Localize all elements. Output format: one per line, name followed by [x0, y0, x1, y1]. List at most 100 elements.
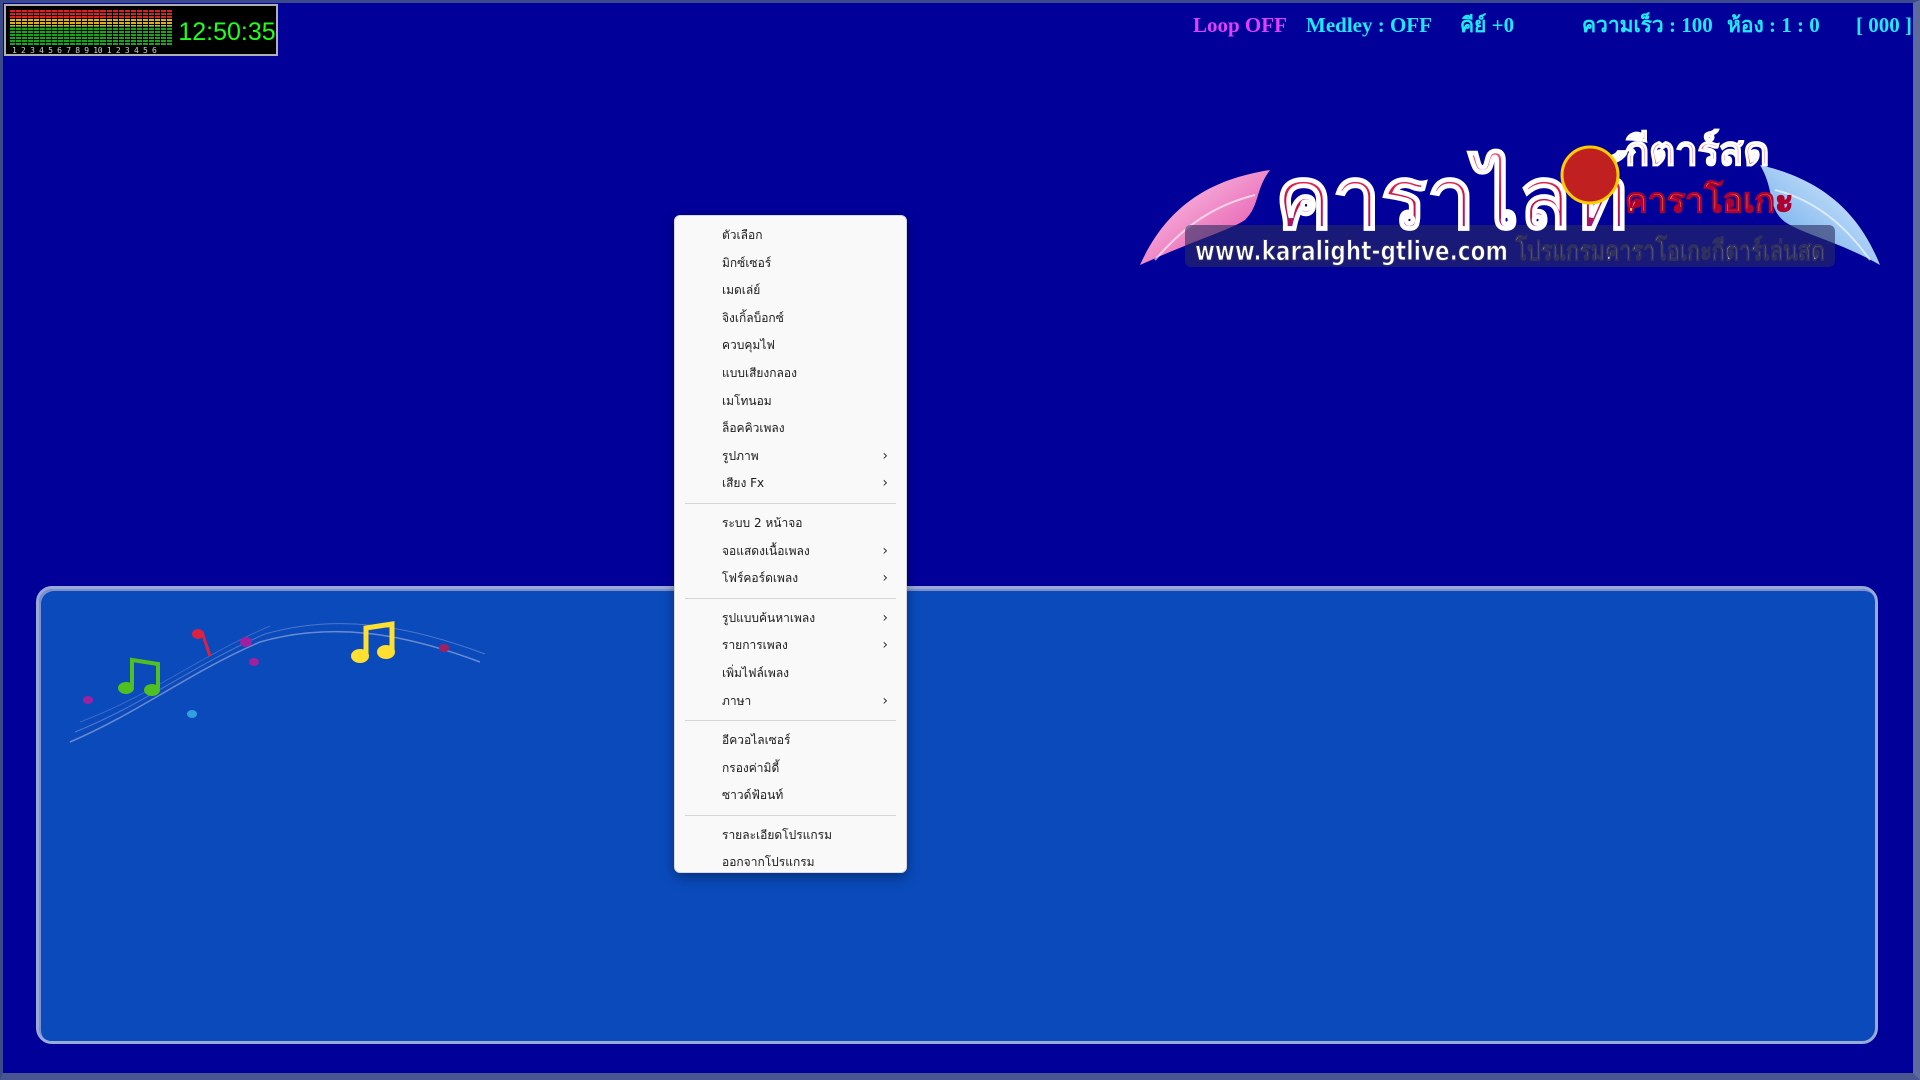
menu-separator	[685, 720, 896, 722]
purple-note-icon	[240, 637, 259, 666]
counter-status: [ 000 ]	[1856, 13, 1912, 37]
menu-item[interactable]: โฟร์คอร์ดเพลง ›	[675, 565, 906, 593]
menu-item-label: แบบเสียงกลอง	[722, 365, 797, 380]
vu-bar	[88, 10, 94, 46]
menu-item[interactable]: มิกซ์เซอร์	[675, 250, 906, 278]
music-notes-decoration	[69, 621, 486, 743]
vu-bar	[64, 10, 70, 46]
menu-item-label: โฟร์คอร์ดเพลง	[722, 571, 799, 586]
menu-item[interactable]: เมโทนอม	[675, 388, 906, 416]
chevron-right-icon: ›	[882, 447, 888, 464]
room-status: ห้อง : 1 : 0	[1727, 13, 1820, 37]
vu-bar	[130, 10, 136, 46]
menu-item-label: มิกซ์เซอร์	[722, 255, 772, 270]
menu-item-label: อีควอไลเซอร์	[722, 733, 791, 748]
chevron-right-icon: ›	[882, 692, 888, 709]
guitarist-icon	[1560, 145, 1620, 205]
menu-item-label: จิงเกิ้ลบ็อกซ์	[722, 310, 784, 325]
menu-separator	[685, 502, 896, 504]
vu-bar	[46, 10, 52, 46]
vu-bar	[28, 10, 34, 46]
logo-url-line: www.karalight-gtlive.com โปรแกรมคาราโอเก…	[1195, 234, 1825, 267]
menu-item[interactable]: ควบคุมไฟ	[675, 332, 906, 360]
chevron-right-icon: ›	[882, 570, 888, 587]
menu-item[interactable]: รูปภาพ ›	[675, 443, 906, 471]
menu-item-label: รูปแบบค้นหาเพลง	[722, 610, 816, 625]
vu-bar	[124, 10, 130, 46]
menu-item-label: เสียง Fx	[722, 476, 765, 491]
chevron-right-icon: ›	[882, 637, 888, 654]
menu-item[interactable]: ออกจากโปรแกรม	[675, 849, 906, 877]
menu-item[interactable]: แบบเสียงกลอง	[675, 360, 906, 388]
vu-bar	[70, 10, 76, 46]
vu-channel-numbers: 1 2 3 4 5 6 7 8 9 10 1 2 3 4 5 6	[12, 46, 157, 55]
menu-separator	[685, 814, 896, 816]
menu-item[interactable]: ตัวเลือก	[675, 222, 906, 250]
vu-bar	[118, 10, 124, 46]
menu-item[interactable]: รูปแบบค้นหาเพลง ›	[675, 605, 906, 633]
menu-item-label: กรองค่ามิดี้	[722, 760, 780, 775]
menu-item[interactable]: จิงเกิ้ลบ็อกซ์	[675, 305, 906, 333]
menu-item-label: ภาษา	[722, 693, 752, 708]
clock: 12:50:35	[178, 18, 276, 46]
menu-item-label: รายละเอียดโปรแกรม	[722, 827, 833, 842]
red-note-icon	[192, 629, 212, 657]
vu-bar	[112, 10, 118, 46]
vu-bar	[136, 10, 142, 46]
menu-item-label: ควบคุมไฟ	[722, 338, 775, 353]
menu-item[interactable]: อีควอไลเซอร์	[675, 727, 906, 755]
vu-bar	[154, 10, 160, 46]
vu-bar	[76, 10, 82, 46]
key-status: คีย์ +0	[1460, 13, 1515, 37]
menu-item-label: ระบบ 2 หน้าจอ	[722, 515, 803, 530]
menu-item[interactable]: เมดเล่ย์	[675, 277, 906, 305]
green-note-icon	[118, 657, 160, 696]
vu-bar	[58, 10, 64, 46]
menu-item[interactable]: ซาวด์ฟ้อนท์	[675, 782, 906, 810]
chevron-right-icon: ›	[882, 609, 888, 626]
vu-bar	[100, 10, 106, 46]
menu-item[interactable]: เพิ่มไฟล์เพลง	[675, 660, 906, 688]
menu-item[interactable]: ระบบ 2 หน้าจอ	[675, 510, 906, 538]
menu-item[interactable]: ล็อคคิวเพลง	[675, 415, 906, 443]
menu-item-label: ล็อคคิวเพลง	[722, 421, 785, 436]
vu-bar	[40, 10, 46, 46]
chevron-right-icon: ›	[882, 542, 888, 559]
vu-bar	[16, 10, 22, 46]
menu-separator	[685, 597, 896, 599]
menu-item[interactable]: ภาษา ›	[675, 688, 906, 716]
vu-bar	[148, 10, 154, 46]
vu-bar	[166, 10, 172, 46]
vu-bar	[82, 10, 88, 46]
vu-meter-bars	[10, 10, 172, 46]
menu-item-label: รูปภาพ	[722, 448, 759, 463]
karalight-logo: คาราไลท์ กีตาร์สด คาราโอเกะ www.karaligh…	[1140, 128, 1880, 268]
menu-item[interactable]: รายการเพลง ›	[675, 632, 906, 660]
menu-item-label: เมดเล่ย์	[722, 283, 761, 298]
vu-bar	[22, 10, 28, 46]
vu-bar	[34, 10, 40, 46]
context-menu[interactable]: ตัวเลือกมิกซ์เซอร์เมดเล่ย์จิงเกิ้ลบ็อกซ์…	[674, 215, 907, 873]
yellow-note-icon	[351, 621, 395, 663]
loop-status: Loop OFF	[1193, 13, 1287, 37]
vu-bar	[142, 10, 148, 46]
logo-side-bottom: คาราโอเกะ	[1625, 180, 1793, 221]
medley-status: Medley : OFF	[1306, 13, 1432, 37]
vu-meter: 1 2 3 4 5 6 7 8 9 10 1 2 3 4 5 6 12:50:3…	[4, 4, 278, 56]
vu-bar	[160, 10, 166, 46]
menu-item[interactable]: รายละเอียดโปรแกรม	[675, 822, 906, 850]
menu-item-label: ซาวด์ฟ้อนท์	[722, 788, 784, 803]
logo-side-top: กีตาร์สด	[1625, 129, 1770, 175]
menu-item-label: จอแสดงเนื้อเพลง	[722, 543, 810, 558]
menu-item-label: เพิ่มไฟล์เพลง	[722, 665, 790, 680]
vu-bar	[52, 10, 58, 46]
vu-bar	[10, 10, 16, 46]
menu-item-label: ตัวเลือก	[722, 228, 763, 242]
menu-item-label: รายการเพลง	[722, 638, 788, 653]
vu-bar	[106, 10, 112, 46]
menu-item-label: ออกจากโปรแกรม	[722, 855, 815, 870]
menu-item[interactable]: กรองค่ามิดี้	[675, 755, 906, 783]
speed-status: ความเร็ว : 100	[1582, 13, 1713, 37]
menu-item[interactable]: จอแสดงเนื้อเพลง ›	[675, 538, 906, 566]
menu-item[interactable]: เสียง Fx ›	[675, 470, 906, 498]
